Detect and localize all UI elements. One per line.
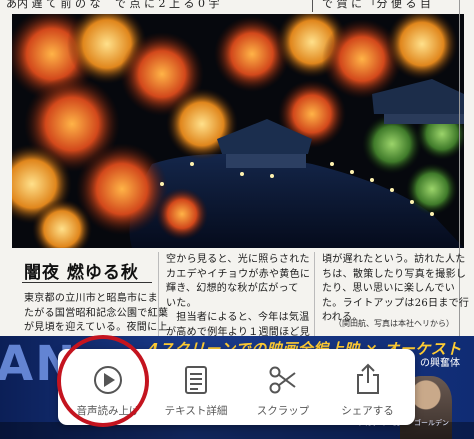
article-headline: 闇夜 燃ゆる秋 (24, 263, 139, 283)
article-line: 東京都の立川市と昭島市にま (24, 293, 158, 304)
text-detail-button[interactable]: テキスト詳細 (146, 349, 246, 425)
highlight-circle (57, 335, 149, 427)
scrap-label: スクラップ (256, 405, 310, 417)
article-line: カエデやイチョウが赤や黄色に (166, 268, 311, 280)
scissors-icon (269, 366, 296, 394)
article-column-2: 空から見ると、光に照らされた カエデやイチョウが赤や黄色に 輝き、幻想的な秋が広… (166, 253, 310, 340)
illuminated-garden-image (12, 14, 464, 248)
share-icon (356, 363, 379, 394)
article-line: 輝き、幻想的な秋が広がって (166, 283, 299, 294)
share-label: シェアする (341, 405, 394, 417)
article-line: 頃が遅れたという。訪れた人た (322, 254, 466, 265)
article-line: た。ライトアップは26日まで行 (322, 297, 470, 309)
article-line: たがる国営昭和記念公園で紅葉 (24, 307, 169, 319)
article-line: が見頃を迎えている。夜間に上 (24, 322, 168, 333)
previous-article-text-right: で 賀 に 「分 便 る 目 (322, 0, 431, 10)
text-detail-label: テキスト詳細 (164, 405, 228, 417)
article-line: 担当者によると、今年は気温 (166, 312, 310, 323)
article-line: ちは、散策したり写真を撮影し (322, 268, 467, 280)
article-line: いた。 (166, 297, 197, 309)
article-column-1: 東京都の立川市と昭島市にま たがる国営昭和記念公園で紅葉 が見頃を迎えている。夜… (24, 292, 168, 336)
article-line: 空から見ると、光に照らされた (166, 254, 310, 265)
scrap-button[interactable]: スクラップ (233, 349, 333, 425)
share-button[interactable]: シェアする (320, 349, 415, 425)
banner-subtitle: の興奮体 (420, 358, 460, 369)
article-column-3: 頃が遅れたという。訪れた人た ちは、散策したり写真を撮影し たり、思い思いに楽し… (322, 253, 469, 326)
photo-credit: （関田航、写真は本社ヘリから） (334, 319, 454, 328)
document-icon (185, 366, 207, 394)
article-photo (12, 14, 464, 248)
article-line: たり、思い思いに楽しんでい (322, 283, 455, 294)
previous-article-strip: あ内 遅 て 前 の な で 点 に 2 上 る 0 宇 で 賀 に 「分 便 … (0, 0, 474, 12)
previous-article-text-left: あ内 遅 て 前 の な で 点 に 2 上 る 0 宇 (6, 0, 220, 10)
newspaper-page: あ内 遅 て 前 の な で 点 に 2 上 る 0 宇 で 賀 に 「分 便 … (0, 0, 474, 338)
